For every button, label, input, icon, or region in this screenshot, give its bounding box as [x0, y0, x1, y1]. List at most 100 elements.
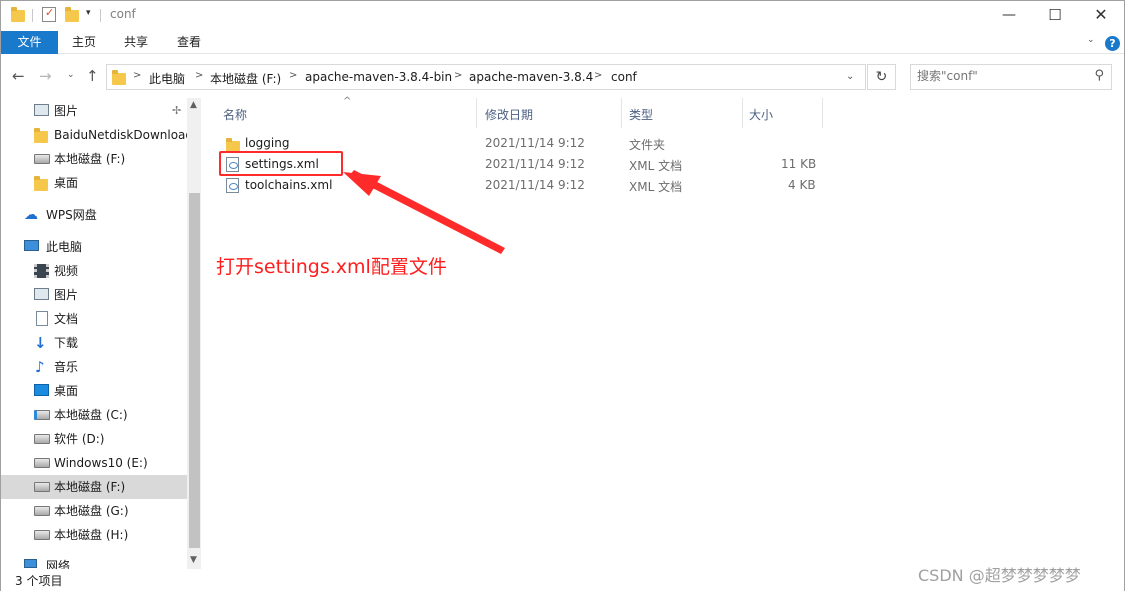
tab-file[interactable]: 文件	[1, 31, 58, 54]
up-arrow-icon[interactable]: ↑	[86, 67, 99, 85]
file-name: logging	[245, 136, 290, 150]
sidebar-item-drive-d[interactable]: 软件 (D:)	[1, 427, 187, 451]
network-icon	[24, 559, 40, 569]
new-folder-icon[interactable]	[65, 7, 79, 22]
sidebar-item-baidu[interactable]: BaiduNetdiskDownload	[1, 123, 187, 147]
customize-quick-access-icon[interactable]: ▾	[86, 8, 91, 18]
file-type: 文件夹	[629, 138, 666, 152]
sidebar-item-drive-f-quick[interactable]: 本地磁盘 (F:)	[1, 147, 187, 171]
maximize-button[interactable]: ☐	[1032, 1, 1078, 31]
ribbon-expand-icon[interactable]: ⌄	[1087, 35, 1095, 45]
sidebar-item-this-pc[interactable]: 此电脑	[1, 235, 187, 259]
refresh-button[interactable]: ↻	[867, 64, 896, 90]
sidebar-item-documents[interactable]: 文档	[1, 307, 187, 331]
document-icon	[34, 311, 50, 326]
navigation-bar: ← → ⌄ ↑ > 此电脑 > 本地磁盘 (F:) > apache-maven…	[1, 58, 1124, 96]
breadcrumb-drive-f[interactable]: 本地磁盘 (F:)	[210, 70, 281, 87]
picture-icon	[34, 104, 50, 118]
file-type: XML 文档	[629, 159, 683, 173]
drive-icon	[34, 480, 50, 494]
download-icon: ↓	[34, 334, 47, 352]
column-header-modified[interactable]: 修改日期	[485, 106, 533, 123]
sidebar-item-network[interactable]: 网络	[1, 554, 187, 569]
file-size: 11 KB	[781, 157, 817, 171]
sidebar-item-drive-e[interactable]: Windows10 (E:)	[1, 451, 187, 475]
chevron-right-icon[interactable]: >	[594, 70, 602, 81]
sidebar-scrollbar[interactable]: ▲ ▼	[187, 98, 201, 569]
annotation-text: 打开settings.xml配置文件	[216, 256, 447, 278]
tab-home[interactable]: 主页	[58, 31, 110, 54]
chevron-right-icon[interactable]: >	[195, 70, 203, 81]
column-header-name[interactable]: 名称	[223, 106, 247, 123]
scrollbar-thumb[interactable]	[189, 193, 200, 548]
sidebar-item-drive-f[interactable]: 本地磁盘 (F:)	[1, 475, 187, 499]
watermark: CSDN @超梦梦梦梦梦	[918, 566, 1081, 585]
search-box[interactable]: ⚲	[910, 64, 1112, 90]
column-header-type[interactable]: 类型	[629, 106, 653, 123]
properties-icon[interactable]: ✓	[42, 6, 56, 22]
cloud-icon: ☁	[24, 207, 38, 223]
pin-icon[interactable]: ✢	[172, 99, 181, 123]
drive-icon	[34, 152, 50, 166]
folder-icon	[112, 70, 126, 85]
sidebar-item-drive-c[interactable]: 本地磁盘 (C:)	[1, 403, 187, 427]
sidebar-item-pictures[interactable]: 图片	[1, 283, 187, 307]
file-name: toolchains.xml	[245, 178, 333, 192]
recent-locations-icon[interactable]: ⌄	[67, 70, 75, 80]
system-drive-icon	[34, 408, 50, 422]
breadcrumb-maven[interactable]: apache-maven-3.8.4	[469, 70, 593, 84]
drive-icon	[34, 456, 50, 470]
tab-share[interactable]: 共享	[110, 31, 162, 54]
sidebar-item-downloads[interactable]: ↓ 下载	[1, 331, 187, 355]
search-icon[interactable]: ⚲	[1094, 68, 1104, 83]
forward-arrow-icon[interactable]: →	[39, 67, 52, 85]
annotation-arrow-icon	[343, 170, 505, 254]
chevron-right-icon[interactable]: >	[454, 70, 462, 81]
breadcrumb-this-pc[interactable]: 此电脑	[149, 70, 185, 87]
sidebar-item-wps[interactable]: ☁ WPS网盘	[1, 203, 187, 227]
file-row-toolchains[interactable]: toolchains.xml 2021/11/14 9:12 XML 文档 4 …	[221, 175, 825, 196]
item-count: 3 个项目	[15, 574, 63, 588]
sidebar-item-desktop[interactable]: 桌面	[1, 379, 187, 403]
column-header-size[interactable]: 大小	[749, 106, 773, 123]
tab-view[interactable]: 查看	[163, 31, 215, 54]
sidebar-item-pictures-pinned[interactable]: 图片 ✢	[1, 99, 187, 123]
folder-icon	[34, 128, 50, 145]
window-title: conf	[110, 7, 136, 21]
refresh-icon: ↻	[875, 69, 888, 85]
file-type: XML 文档	[629, 180, 683, 194]
minimize-button[interactable]: —	[986, 1, 1032, 31]
close-button[interactable]: ✕	[1078, 1, 1124, 31]
picture-icon	[34, 288, 50, 302]
sort-ascending-icon: ^	[343, 96, 352, 107]
breadcrumb-conf[interactable]: conf	[611, 70, 637, 84]
sidebar-item-desktop-quick[interactable]: 桌面	[1, 171, 187, 195]
scroll-up-icon[interactable]: ▲	[190, 100, 197, 110]
sidebar-item-drive-h[interactable]: 本地磁盘 (H:)	[1, 523, 187, 547]
folder-icon	[11, 7, 25, 22]
chevron-right-icon[interactable]: >	[133, 70, 141, 81]
music-icon: ♪	[35, 358, 45, 376]
drive-icon	[34, 528, 50, 542]
address-dropdown-icon[interactable]: ⌄	[846, 71, 854, 82]
file-size: 4 KB	[788, 178, 816, 192]
ribbon-tabs: 文件 主页 共享 查看 ⌄ ?	[1, 31, 1124, 54]
sidebar-item-music[interactable]: ♪ 音乐	[1, 355, 187, 379]
chevron-right-icon[interactable]: >	[289, 70, 297, 81]
back-arrow-icon[interactable]: ←	[12, 67, 25, 85]
xml-file-icon	[226, 178, 239, 193]
navigation-pane: 图片 ✢ BaiduNetdiskDownload 本地磁盘 (F:) 桌面 ☁…	[1, 98, 201, 569]
desktop-icon	[34, 384, 50, 398]
sidebar-item-drive-g[interactable]: 本地磁盘 (G:)	[1, 499, 187, 523]
help-icon[interactable]: ?	[1105, 36, 1120, 51]
computer-icon	[24, 240, 40, 254]
drive-icon	[34, 432, 50, 446]
scroll-down-icon[interactable]: ▼	[190, 555, 197, 565]
file-modified: 2021/11/14 9:12	[485, 136, 585, 150]
breadcrumb-maven-bin[interactable]: apache-maven-3.8.4-bin	[305, 70, 452, 84]
annotation-highlight-box	[219, 151, 343, 176]
explorer-window: ✓ ▾ conf — ☐ ✕ 文件 主页 共享 查看 ⌄ ? ← → ⌄ ↑ >…	[0, 0, 1125, 591]
sidebar-item-videos[interactable]: 视频	[1, 259, 187, 283]
address-bar[interactable]: > 此电脑 > 本地磁盘 (F:) > apache-maven-3.8.4-b…	[106, 64, 866, 90]
search-input[interactable]	[917, 69, 1077, 83]
